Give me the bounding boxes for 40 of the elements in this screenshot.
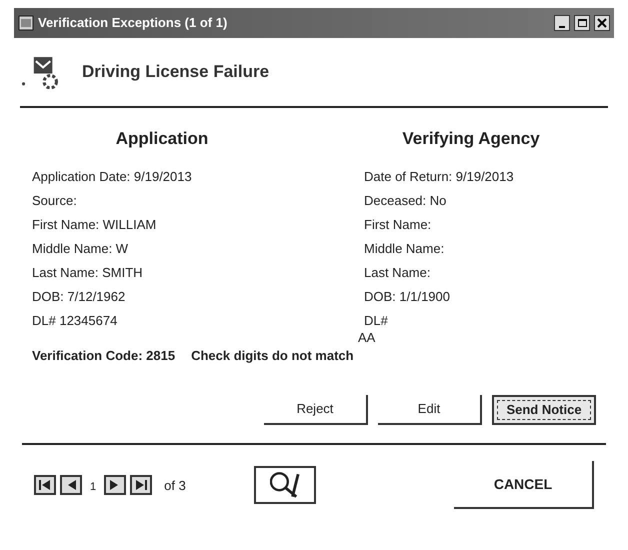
field-text: Last Name: — [364, 264, 432, 282]
maximize-button[interactable] — [574, 15, 590, 31]
cancel-button[interactable]: CANCEL — [454, 461, 594, 509]
action-button[interactable]: Send Notice — [492, 395, 596, 425]
field-text: First Name: WILLIAM — [32, 216, 158, 234]
page-number: 1 — [90, 480, 96, 494]
field-text: DL# — [364, 312, 389, 330]
field-text: Source: — [32, 192, 78, 210]
field-text: DOB: 7/12/1962 — [32, 288, 126, 306]
field-text: Last Name: SMITH — [32, 264, 144, 282]
page-total: of 3 — [164, 476, 186, 494]
field-text: Date of Return: 9/19/2013 — [364, 168, 515, 186]
envelope-gear-icon — [22, 56, 58, 88]
agency-note: AA — [357, 330, 376, 346]
header-title: Driving License Failure — [82, 61, 270, 84]
next-page-button[interactable] — [104, 475, 126, 495]
column-heading: Verifying Agency — [402, 128, 540, 150]
minimize-button[interactable] — [554, 15, 570, 31]
last-page-button[interactable] — [130, 475, 152, 495]
field-text: DL# 12345674 — [32, 312, 118, 330]
field-text: First Name: — [364, 216, 432, 234]
field-text: Middle Name: — [364, 240, 446, 258]
window-icon — [18, 15, 34, 31]
magnifier-icon — [270, 471, 300, 499]
verification-message: Check digits do not match — [191, 346, 354, 365]
search-button[interactable] — [254, 466, 316, 504]
window-title: Verification Exceptions (1 of 1) — [38, 14, 228, 32]
right-arrow-icon — [134, 479, 148, 491]
previous-page-button[interactable] — [60, 475, 82, 495]
field-text: Deceased: No — [364, 192, 448, 210]
close-button[interactable] — [594, 15, 610, 31]
column-heading: Application — [116, 128, 208, 150]
field-text: DOB: 1/1/1900 — [364, 288, 451, 306]
action-button[interactable]: Reject — [264, 395, 368, 425]
verification-code: Verification Code: 2815 — [32, 346, 176, 364]
action-button[interactable]: Edit — [378, 395, 482, 425]
field-text: Middle Name: W — [32, 240, 130, 258]
left-arrow-icon — [38, 479, 52, 491]
field-text: Application Date: 9/19/2013 — [32, 168, 193, 186]
first-page-button[interactable] — [34, 475, 56, 495]
